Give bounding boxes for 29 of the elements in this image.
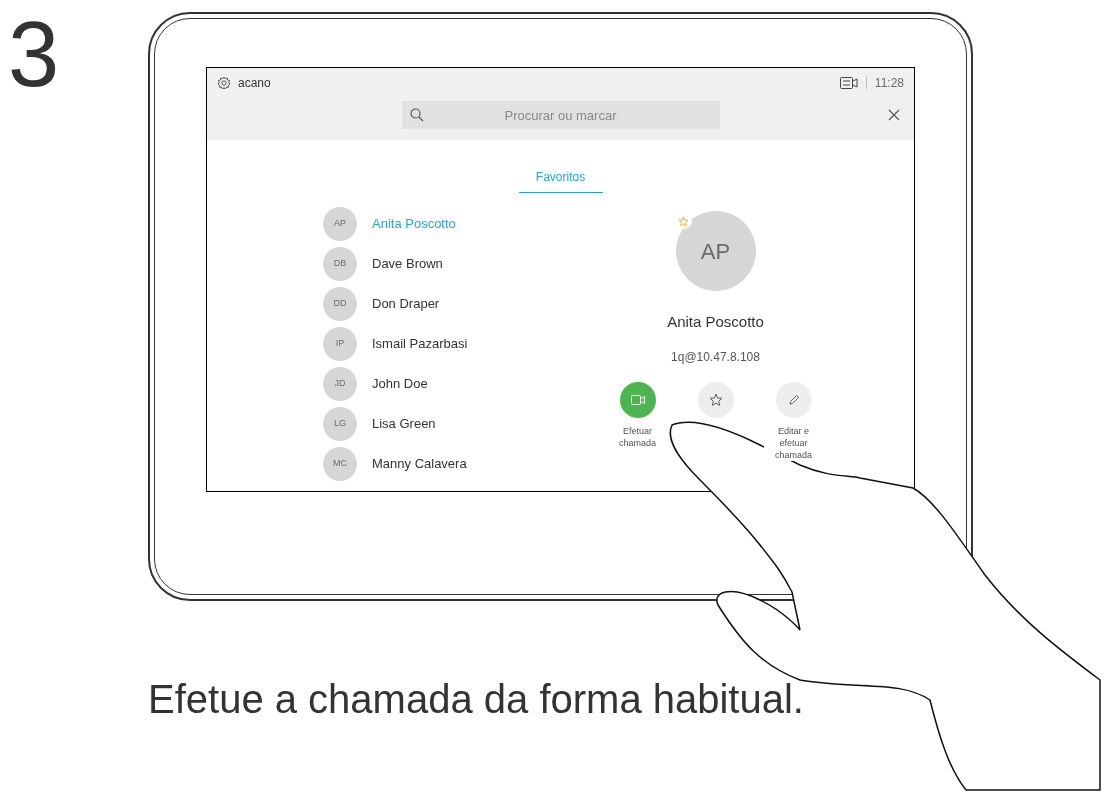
contact-name[interactable]: Lisa Green	[372, 414, 436, 434]
pencil-icon	[787, 393, 800, 406]
avatar: DB	[323, 247, 357, 281]
video-camera-icon	[630, 394, 645, 405]
search-field[interactable]: Procurar ou marcar	[401, 101, 720, 129]
contact-name[interactable]: Don Draper	[372, 294, 440, 314]
contact-name[interactable]: Ismail Pazarbasi	[372, 334, 468, 354]
system-name: acano	[238, 75, 271, 92]
call-button[interactable]	[619, 381, 656, 418]
avatar: JD	[323, 367, 357, 401]
camera-settings-icon[interactable]	[839, 77, 858, 89]
avatar: AP	[323, 207, 357, 241]
avatar: IP	[323, 327, 357, 361]
contact-name: Anita Poscotto	[667, 312, 764, 332]
step-number: 3	[7, 2, 61, 107]
avatar: LG	[323, 407, 357, 441]
settings-icon[interactable]	[217, 76, 231, 90]
avatar: AP	[675, 211, 756, 291]
caption: Efetue a chamada da forma habitual.	[148, 677, 804, 721]
contact-name[interactable]: Dave Brown	[372, 254, 443, 274]
avatar: DD	[323, 287, 357, 321]
star-icon	[708, 392, 723, 407]
contact-name[interactable]: John Doe	[372, 374, 428, 394]
avatar: MC	[323, 447, 357, 481]
close-icon[interactable]	[888, 109, 900, 121]
favorite-button[interactable]	[697, 381, 734, 418]
contact-address: 1q@10.47.8.108	[671, 348, 760, 366]
contact-name[interactable]: Manny Calavera	[372, 454, 467, 474]
clock-time: 11:28	[874, 75, 904, 92]
